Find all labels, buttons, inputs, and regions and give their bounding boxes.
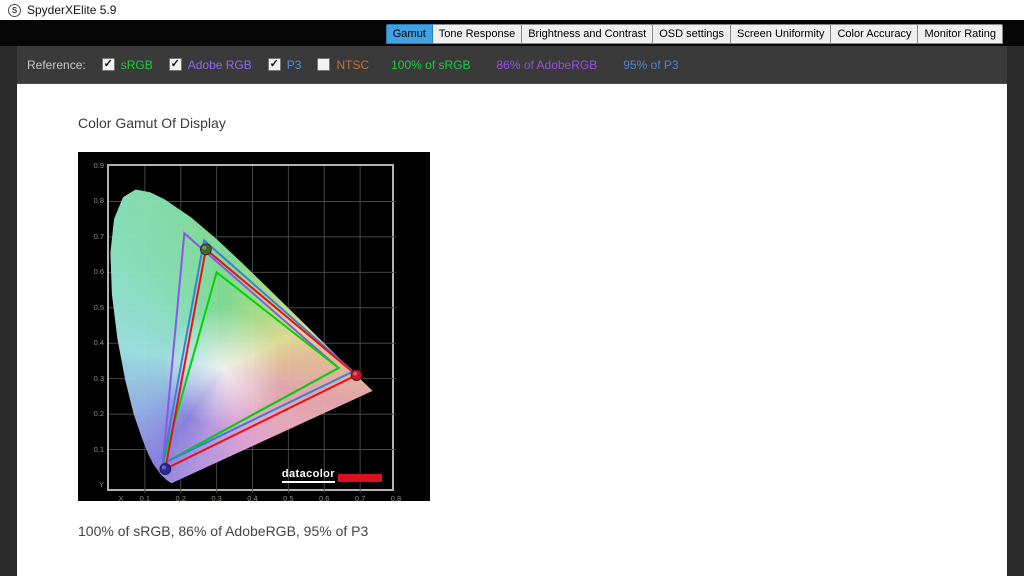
checkbox-label: sRGB [121, 58, 153, 72]
y-axis-tick: 0.9 [78, 162, 104, 170]
x-axis-label: X [111, 495, 131, 503]
tab-screen-uniformity[interactable]: Screen Uniformity [731, 24, 831, 44]
tab-osd-settings[interactable]: OSD settings [653, 24, 731, 44]
primary-marker [200, 244, 211, 255]
chromaticity-chart: datacolor 0.1 0.2 0.3 0.4 0.5 0.6 0.7 0.8 0.9 Y 0.… [78, 152, 430, 501]
checkbox-label: Adobe RGB [188, 58, 252, 72]
primary-marker [351, 370, 362, 381]
checkbox-checked-icon[interactable]: ✓ [169, 58, 182, 71]
checkbox-label: P3 [287, 58, 302, 72]
y-axis-tick: 0.2 [78, 410, 104, 418]
coverage-summary: 86% of AdobeRGB [497, 58, 598, 72]
datacolor-logo-bar [338, 474, 382, 482]
reference-checkbox-p3[interactable]: ✓ P3 [268, 58, 302, 72]
x-axis-tick: 0.6 [314, 495, 334, 503]
y-axis-tick: 0.6 [78, 268, 104, 276]
window-title: SpyderXElite 5.9 [27, 3, 116, 17]
datacolor-logo: datacolor [282, 468, 382, 483]
reference-checkbox-adobe-rgb[interactable]: ✓ Adobe RGB [169, 58, 252, 72]
y-axis-tick: 0.4 [78, 339, 104, 347]
gamut-coverage-summaries: 100% of sRGB 86% of AdobeRGB 95% of P3 [369, 58, 678, 72]
checkbox-unchecked-icon[interactable] [317, 58, 330, 71]
tab-monitor-rating[interactable]: Monitor Rating [918, 24, 1003, 44]
gamut-triangle-p3-reference-gamut [163, 240, 353, 463]
checkbox-checked-icon[interactable]: ✓ [102, 58, 115, 71]
app-icon: S [8, 4, 21, 17]
tab-brightness-and-contrast[interactable]: Brightness and Contrast [522, 24, 653, 44]
reference-checkbox-group: ✓ sRGB ✓ Adobe RGB ✓ P3 NTSC [86, 58, 369, 72]
x-axis-tick: 0.4 [243, 495, 263, 503]
x-axis-tick: 0.8 [386, 495, 406, 503]
page-title: Color Gamut Of Display [78, 115, 226, 131]
x-axis-tick: 0.1 [135, 495, 155, 503]
x-axis-tick: 0.2 [171, 495, 191, 503]
tab-gamut[interactable]: Gamut [386, 24, 433, 44]
content-panel: Color Gamut Of Display datacolor 0.1 0.2 0… [17, 84, 1007, 576]
x-axis-tick: 0.5 [278, 495, 298, 503]
gamut-triangle-srgb-reference-gamut [163, 272, 339, 463]
x-axis-tick: 0.3 [207, 495, 227, 503]
y-axis-tick: 0.7 [78, 233, 104, 241]
y-axis-tick: 0.1 [78, 446, 104, 454]
y-axis-label: Y [78, 481, 104, 489]
reference-label: Reference: [27, 58, 86, 72]
datacolor-logo-text: datacolor [282, 468, 335, 483]
tab-band: GamutTone ResponseBrightness and Contras… [0, 20, 1024, 46]
y-axis-tick: 0.5 [78, 304, 104, 312]
x-axis-tick: 0.7 [350, 495, 370, 503]
gamut-triangles [109, 166, 396, 493]
checkbox-label: NTSC [336, 58, 369, 72]
y-axis-tick: 0.8 [78, 197, 104, 205]
title-bar: S SpyderXElite 5.9 [0, 0, 1024, 20]
checkbox-checked-icon[interactable]: ✓ [268, 58, 281, 71]
app-window: S SpyderXElite 5.9 GamutTone ResponseBri… [0, 0, 1024, 576]
y-axis-tick: 0.3 [78, 375, 104, 383]
coverage-summary: 95% of P3 [623, 58, 678, 72]
coverage-summary: 100% of sRGB [391, 58, 470, 72]
reference-toolbar: Reference: ✓ sRGB ✓ Adobe RGB ✓ P3 NTSC 100% o… [17, 46, 1007, 84]
tab-tone-response[interactable]: Tone Response [433, 24, 522, 44]
tab-strip: GamutTone ResponseBrightness and Contras… [386, 22, 1003, 44]
primary-marker [160, 464, 171, 475]
reference-checkbox-srgb[interactable]: ✓ sRGB [102, 58, 153, 72]
gamut-summary-text: 100% of sRGB, 86% of AdobeRGB, 95% of P3 [78, 523, 368, 539]
tab-color-accuracy[interactable]: Color Accuracy [831, 24, 918, 44]
reference-checkbox-ntsc[interactable]: NTSC [317, 58, 369, 72]
plot-area: datacolor [107, 164, 394, 491]
